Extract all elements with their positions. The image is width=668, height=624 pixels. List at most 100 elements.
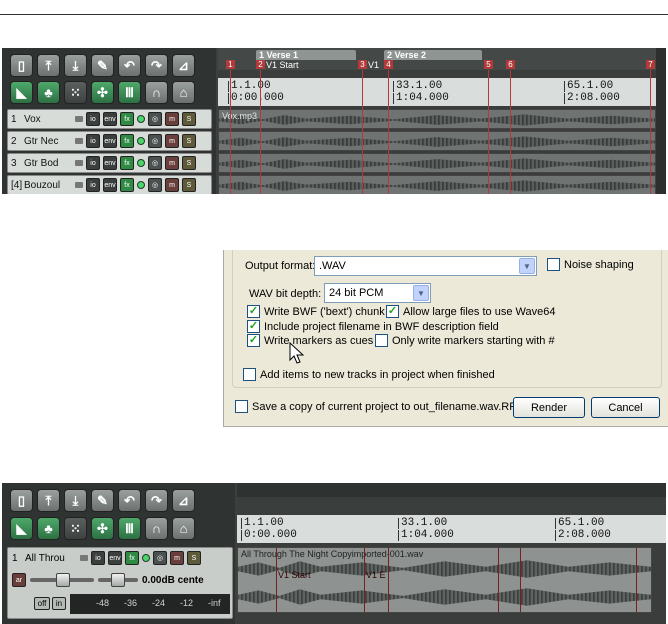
render-button[interactable]: Render [513,397,585,418]
cancel-button[interactable]: Cancel [591,397,660,418]
metronome-icon[interactable]: ⊿ [172,489,195,512]
automation-mode-button[interactable]: ar [12,573,26,587]
media-item[interactable] [218,131,656,151]
media-item[interactable] [218,153,656,173]
checkbox-box[interactable] [235,400,248,413]
new-project-icon[interactable]: ▯ [10,489,33,512]
write-markers-checkbox[interactable]: ✓ Write markers as cues [247,334,373,347]
env-button[interactable]: env [103,112,117,126]
fx-enabled-led[interactable] [137,159,145,167]
item-grouping-icon[interactable]: ✣ [91,81,114,104]
marker-flag[interactable]: 6 [506,60,515,69]
marker-flag[interactable]: 3 [358,60,367,69]
save-project-icon[interactable]: ⤓ [64,489,87,512]
ripple-edit-icon[interactable]: ♣ [37,81,60,104]
vertical-scrollbar[interactable] [656,48,666,194]
add-items-checkbox[interactable]: Add items to new tracks in project when … [243,368,495,381]
fx-enabled-led[interactable] [137,115,145,123]
fx-enabled-led[interactable] [142,554,150,562]
solo-button[interactable]: S [187,551,201,565]
track-name[interactable]: Gtr Nec [24,136,70,147]
fx-button[interactable]: fx [120,156,134,170]
track-row[interactable]: 2 Gtr Nec io env fx ◎ m S [7,131,212,151]
region-label[interactable]: 2 Verse 2 [384,50,482,60]
env-button[interactable]: env [103,156,117,170]
record-arm-icon[interactable]: ◎ [148,178,162,192]
arrange-view[interactable]: 1.1.00 0:00.000 33.1.00 1:04.000 65.1.00… [237,483,666,624]
redo-icon[interactable]: ↷ [145,54,168,77]
folder-icon[interactable] [75,116,83,122]
folder-icon[interactable] [80,555,88,561]
save-copy-checkbox[interactable]: Save a copy of current project to out_fi… [235,400,524,413]
track-name[interactable]: All Throu [25,553,75,564]
media-item[interactable]: All Through The Night Copyimported-001.w… [237,547,652,613]
track-name[interactable]: Vox [24,114,70,125]
record-arm-icon[interactable]: ◎ [148,134,162,148]
folder-icon[interactable] [75,160,83,166]
grid-icon[interactable]: ⁙ [64,517,87,540]
marker-flag[interactable]: 4 [384,60,393,69]
io-button[interactable]: io [91,551,105,565]
fx-enabled-led[interactable] [137,137,145,145]
fx-button[interactable]: fx [120,134,134,148]
region-label[interactable]: 1 Verse 1 [256,50,356,60]
chevron-down-icon[interactable]: ▼ [519,258,535,274]
marker-flag[interactable]: 1 [226,60,235,69]
checkbox-box[interactable] [243,368,256,381]
fx-button[interactable]: fx [120,178,134,192]
item-grouping-icon[interactable]: ✣ [91,517,114,540]
mute-button[interactable]: m [165,178,179,192]
new-project-icon[interactable]: ▯ [10,54,33,77]
output-format-select[interactable]: .WAV ▼ [314,256,537,276]
io-button[interactable]: io [86,178,100,192]
only-write-markers-checkbox[interactable]: Only write markers starting with # [375,334,555,347]
fx-button[interactable]: fx [120,112,134,126]
track-row[interactable]: [4] Bouzoul io env fx ◎ m S [7,175,212,194]
media-item[interactable]: Vox.mp3 [218,109,656,129]
input-monitor-off-button[interactable]: off [34,597,50,610]
track-panel-expanded[interactable]: 1 All Throu io env fx ◎ m S ar 0.00dB ce… [7,547,233,619]
record-arm-icon[interactable]: ◎ [153,551,167,565]
marker-flag[interactable]: 7 [646,60,655,69]
checkbox-box[interactable] [375,334,388,347]
timeline-ruler[interactable]: 1.1.00 0:00.000 33.1.00 1:04.000 65.1.00… [218,78,666,106]
auto-crossfade-icon[interactable]: Ⅲ [118,517,141,540]
auto-crossfade-icon[interactable]: Ⅲ [118,81,141,104]
checkbox-box[interactable] [547,258,560,271]
grid-snap-icon[interactable]: ◣ [10,81,33,104]
solo-button[interactable]: S [182,156,196,170]
checkbox-box[interactable]: ✓ [247,320,260,333]
bit-depth-select[interactable]: 24 bit PCM ▼ [324,283,431,303]
io-button[interactable]: io [86,134,100,148]
grid-snap-icon[interactable]: ◣ [10,517,33,540]
checkbox-box[interactable]: ✓ [247,334,260,347]
solo-button[interactable]: S [182,178,196,192]
lock-icon[interactable]: ⌂ [172,81,195,104]
env-button[interactable]: env [108,551,122,565]
chevron-down-icon[interactable]: ▼ [413,285,429,301]
env-button[interactable]: env [103,134,117,148]
lock-icon[interactable]: ⌂ [172,517,195,540]
open-project-icon[interactable]: ⤒ [37,489,60,512]
record-arm-icon[interactable]: ◎ [148,112,162,126]
input-button[interactable]: in [52,597,66,610]
record-arm-icon[interactable]: ◎ [148,156,162,170]
marker-flag[interactable]: 2 [256,60,265,69]
envelope-lock-icon[interactable]: ∩ [145,517,168,540]
mute-button[interactable]: m [165,112,179,126]
marker-flag[interactable]: 5 [484,60,493,69]
write-bwf-checkbox[interactable]: ✓ Write BWF ('bext') chunk [247,305,385,318]
track-row[interactable]: 3 Gtr Bod io env fx ◎ m S [7,153,212,173]
undo-icon[interactable]: ↶ [118,489,141,512]
envelope-lock-icon[interactable]: ∩ [145,81,168,104]
fx-button[interactable]: fx [125,551,139,565]
timeline-ruler[interactable]: 1.1.00 0:00.000 33.1.00 1:04.000 65.1.00… [237,515,666,543]
undo-icon[interactable]: ↶ [118,54,141,77]
folder-icon[interactable] [75,138,83,144]
mute-button[interactable]: m [170,551,184,565]
allow-large-files-checkbox[interactable]: ✓ Allow large files to use Wave64 [386,305,555,318]
media-item[interactable] [218,175,656,194]
checkbox-box[interactable]: ✓ [247,305,260,318]
track-row[interactable]: 1 Vox io env fx ◎ m S [7,109,212,129]
pan-fader[interactable] [98,573,138,587]
